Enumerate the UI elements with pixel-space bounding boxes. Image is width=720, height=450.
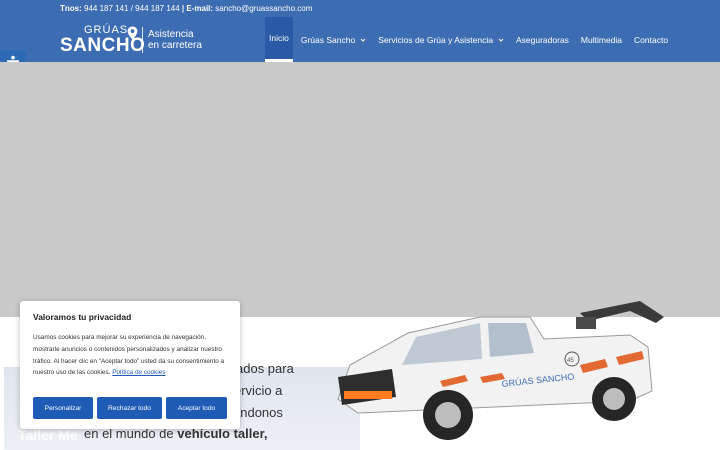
- nav-item-label: Aseguradoras: [516, 34, 569, 45]
- hero-slider: [0, 62, 720, 317]
- cookie-buttons: Personalizar Rechazar todo Aceptar todo: [33, 397, 231, 419]
- chevron-down-icon: [360, 38, 366, 42]
- logo-tagline-line-2: en carretera: [148, 40, 202, 51]
- reject-all-cookies-button[interactable]: Rechazar todo: [97, 397, 162, 419]
- cookie-dialog-title: Valoramos tu privacidad: [33, 312, 132, 322]
- nav-item-label: Servicios de Grúa y Asistencia: [378, 34, 493, 45]
- nav-item-inicio[interactable]: Inicio: [265, 17, 293, 62]
- cookie-dialog-text: Usamos cookies para mejorar su experienc…: [33, 332, 227, 379]
- logo-wordmark: GRÚAS SANCHO: [60, 24, 145, 56]
- nav-item-multimedia[interactable]: Multimedia: [577, 17, 626, 62]
- contact-separator: |: [181, 4, 185, 13]
- cookie-consent-dialog: Valoramos tu privacidad Usamos cookies p…: [20, 301, 240, 429]
- main-nav: Inicio Grúas Sancho Servicios de Grúa y …: [265, 17, 676, 62]
- intro-text-line: ándonos: [233, 405, 283, 420]
- nav-item-label: Contacto: [634, 34, 669, 45]
- nav-item-contacto[interactable]: Contacto: [630, 17, 672, 62]
- site-header: Tnos: 944 187 141 / 944 187 144 | E-mail…: [0, 0, 720, 62]
- email-link[interactable]: sancho@gruassancho.com: [215, 4, 312, 13]
- nav-item-servicios[interactable]: Servicios de Grúa y Asistencia: [374, 17, 508, 62]
- tow-truck-image: GRÚAS SANCHO 45: [337, 301, 664, 440]
- phones-label: Tnos:: [60, 4, 82, 13]
- contact-bar: Tnos: 944 187 141 / 944 187 144 | E-mail…: [60, 4, 312, 13]
- logo-tagline-line-1: Asistencia: [148, 29, 194, 40]
- nav-item-gruas-sancho[interactable]: Grúas Sancho: [297, 17, 370, 62]
- nav-item-label: Grúas Sancho: [300, 34, 356, 45]
- logo-tagline: Asistencia en carretera: [148, 29, 202, 51]
- phone-numbers[interactable]: 944 187 141 / 944 187 144: [84, 4, 180, 13]
- photo-caption: Taller Me: [18, 427, 78, 443]
- email-label: E-mail:: [186, 4, 214, 13]
- nav-item-aseguradoras[interactable]: Aseguradoras: [512, 17, 573, 62]
- chevron-down-icon: [498, 38, 504, 42]
- truck-badge-text: 45: [567, 358, 574, 364]
- nav-item-label: Multimedia: [580, 34, 623, 45]
- cookie-policy-link[interactable]: Política de cookies: [112, 369, 165, 376]
- accept-all-cookies-button[interactable]: Aceptar todo: [166, 397, 227, 419]
- site-logo[interactable]: GRÚAS SANCHO Asistencia en carretera: [60, 24, 202, 56]
- intro-text-line: ados para: [236, 361, 294, 376]
- customize-cookies-button[interactable]: Personalizar: [33, 397, 93, 419]
- nav-item-label: Inicio: [269, 33, 289, 43]
- intro-text-line: ervicio a: [234, 383, 283, 398]
- location-pin-icon: [127, 26, 138, 40]
